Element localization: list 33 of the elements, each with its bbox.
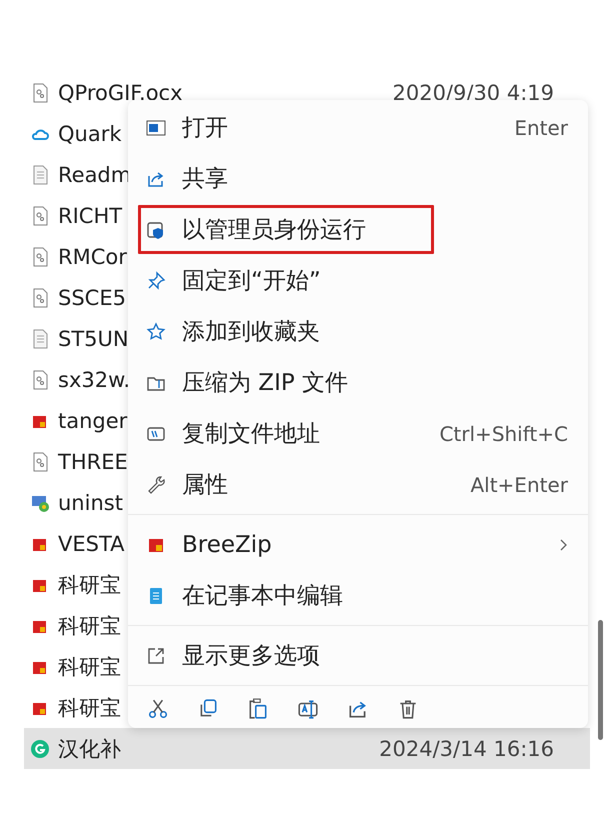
- menu-label: 共享: [182, 165, 228, 194]
- menu-label: 打开: [182, 114, 228, 143]
- menu-label: 以管理员身份运行: [182, 216, 366, 245]
- shortcut-text: Ctrl+Shift+C: [439, 422, 568, 446]
- file-name: 汉化补: [58, 736, 121, 762]
- file-name: uninst: [58, 490, 123, 514]
- file-date: 2024/3/14 16:16: [379, 736, 554, 760]
- shortcut-text: Alt+Enter: [470, 472, 568, 496]
- file-name: SSCE5: [58, 286, 126, 310]
- shortcut-text: Enter: [514, 116, 568, 140]
- file-name: VESTA: [58, 532, 125, 556]
- file-name: RMCor: [58, 244, 127, 268]
- menu-label: 固定到“开始”: [182, 267, 321, 296]
- menu-label: 压缩为 ZIP 文件: [182, 369, 348, 398]
- file-name: THREE: [58, 450, 128, 474]
- file-name: 科研宝: [58, 612, 121, 640]
- menu-label: 添加到收藏夹: [182, 318, 320, 347]
- file-name: 科研宝: [58, 654, 121, 680]
- menu-label: 复制文件地址: [182, 420, 320, 449]
- file-name: QProGIF.ocx: [58, 80, 183, 104]
- file-name: ST5UN: [58, 326, 129, 350]
- file-name: tanger: [58, 408, 128, 432]
- file-date: 2020/9/30 4:19: [392, 80, 554, 104]
- menu-label: BreeZip: [182, 532, 272, 558]
- file-name: RICHT: [58, 204, 122, 228]
- file-name: 科研宝: [58, 572, 121, 598]
- menu-label: 在记事本中编辑: [182, 582, 343, 611]
- file-name: 科研宝: [58, 694, 121, 722]
- file-name: Quark: [58, 122, 122, 146]
- file-name: sx32w.: [58, 368, 130, 392]
- menu-label: 属性: [182, 471, 228, 500]
- menu-label: 显示更多选项: [182, 642, 320, 671]
- file-name: Readm: [58, 162, 132, 186]
